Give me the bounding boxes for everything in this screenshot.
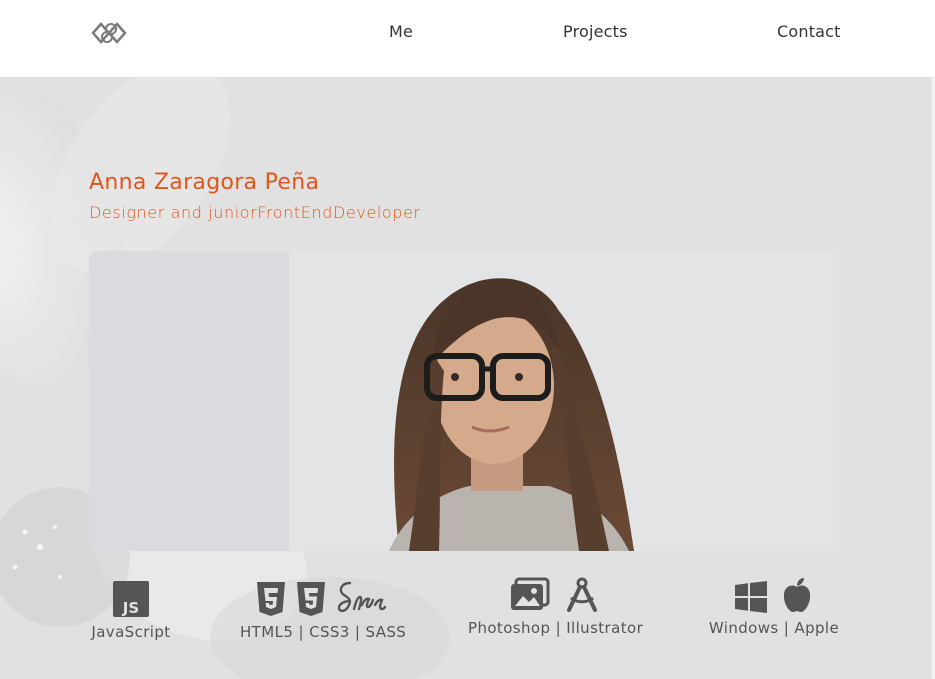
skill-design: Photoshop | Illustrator xyxy=(468,573,644,637)
skill-web: HTML5 | CSS3 | SASS xyxy=(240,577,407,641)
page-title: Anna Zaragora Peña xyxy=(89,170,320,195)
nav-link-me[interactable]: Me xyxy=(389,22,413,41)
html5-icon xyxy=(257,582,285,616)
skill-os: Windows | Apple xyxy=(708,573,840,637)
page-subtitle: Designer and juniorFrontEndDeveloper xyxy=(89,203,421,222)
windows-icon xyxy=(735,581,767,613)
svg-text:JS: JS xyxy=(122,599,139,617)
skill-label-web: HTML5 | CSS3 | SASS xyxy=(240,623,407,641)
skill-label-os: Windows | Apple xyxy=(708,619,840,637)
illustrator-icon xyxy=(567,577,597,612)
photoshop-icon xyxy=(511,577,550,610)
infinity-logo-icon[interactable] xyxy=(89,19,129,47)
site-header: Me Projects Contact xyxy=(0,0,935,77)
nav-link-projects[interactable]: Projects xyxy=(563,22,628,41)
nav-link-contact[interactable]: Contact xyxy=(777,22,841,41)
profile-photo xyxy=(89,251,839,551)
skill-javascript: JS JavaScript xyxy=(89,577,173,641)
apple-icon xyxy=(783,578,811,612)
skill-label-design: Photoshop | Illustrator xyxy=(468,619,644,637)
css3-icon xyxy=(297,582,325,616)
javascript-icon: JS xyxy=(113,581,149,617)
skill-label-javascript: JavaScript xyxy=(91,623,171,641)
sass-icon xyxy=(337,581,386,613)
